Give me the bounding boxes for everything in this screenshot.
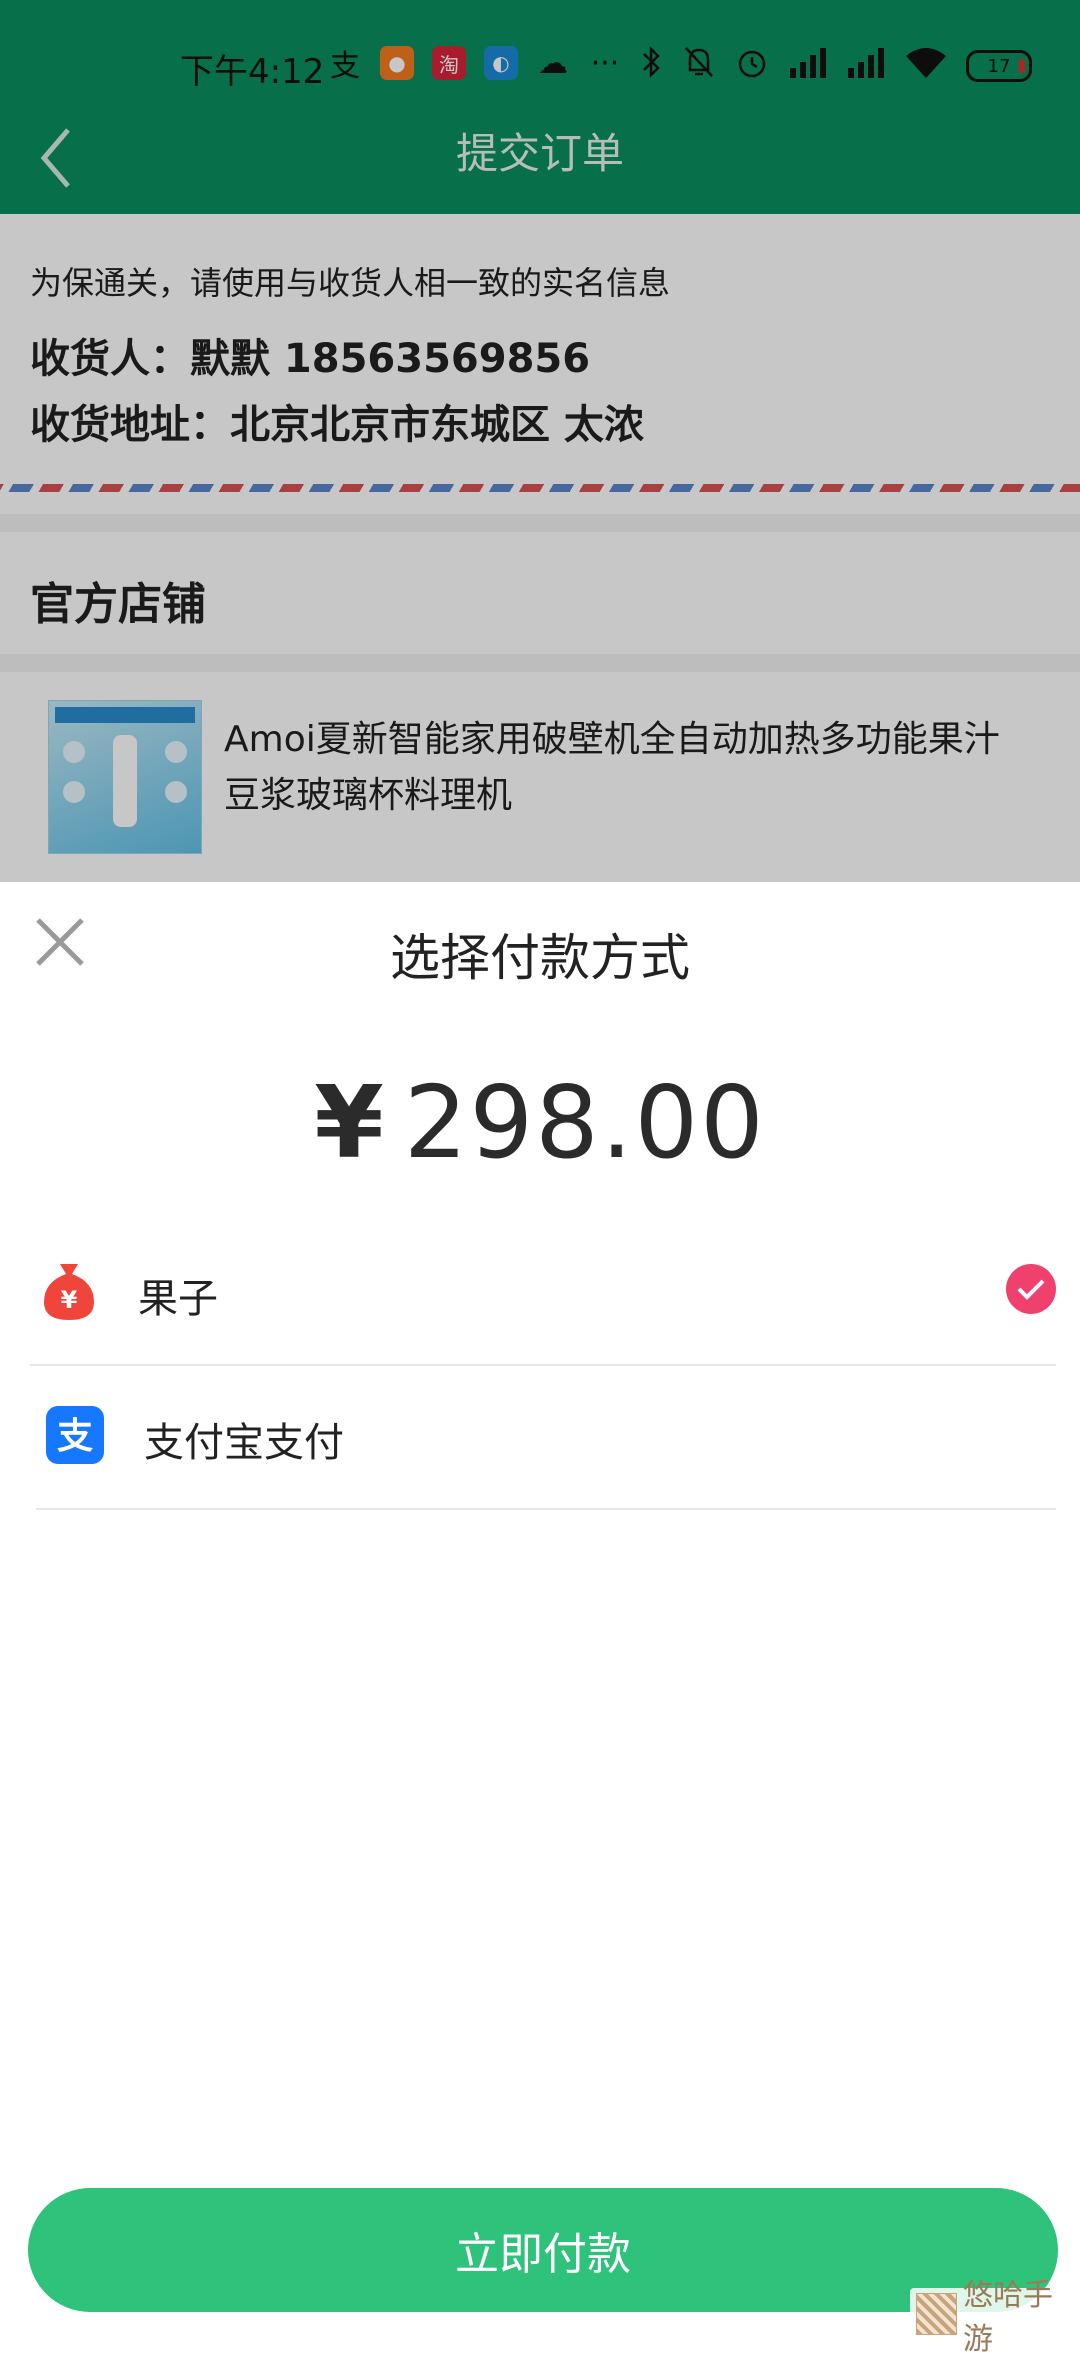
selected-check-icon [1006, 1264, 1056, 1314]
money-bag-icon: ¥ [38, 1260, 100, 1322]
payment-option-alipay[interactable]: 支 支付宝支付 [36, 1366, 1056, 1510]
payment-option-guozi[interactable]: ¥ 果子 [30, 1222, 1056, 1366]
option-label: 果子 [138, 1276, 218, 1322]
alipay-icon: 支 [44, 1404, 106, 1466]
pay-now-button[interactable]: 立即付款 [28, 2188, 1058, 2312]
payment-amount: ¥298.00 [0, 1064, 1080, 1181]
amount-value: 298.00 [403, 1064, 766, 1181]
watermark-logo-icon [916, 2293, 957, 2335]
svg-text:¥: ¥ [61, 1286, 78, 1314]
sheet-title: 选择付款方式 [390, 929, 690, 987]
option-label: 支付宝支付 [144, 1420, 344, 1466]
site-watermark: 悠哈手游 [910, 2278, 1080, 2357]
svg-text:支: 支 [57, 1416, 93, 1457]
currency-symbol: ¥ [314, 1064, 386, 1181]
payment-method-sheet: 选择付款方式 ¥298.00 ¥ 果子 支 支付宝支付 立即付款 [0, 882, 1080, 2340]
watermark-text: 悠哈手游 [963, 2278, 1053, 2357]
